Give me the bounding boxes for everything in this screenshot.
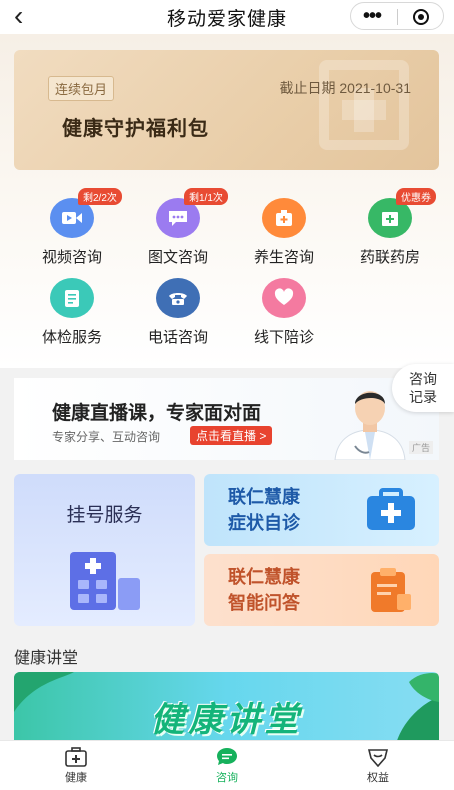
symptom-card-line2: 症状自诊 xyxy=(228,513,300,533)
service-label: 线下陪诊 xyxy=(253,329,314,346)
video-icon: 剩2/2次 xyxy=(50,188,122,238)
consult-records-line1: 咨询 xyxy=(409,371,437,387)
tab-consult[interactable]: 咨询 xyxy=(187,747,267,785)
qa-card-line2: 智能问答 xyxy=(228,593,300,613)
service-text-consult[interactable]: 剩1/1次 图文咨询 xyxy=(128,188,228,267)
coupon-badge: 优惠券 xyxy=(396,188,436,205)
checkup-icon xyxy=(50,278,94,318)
service-pharmacy[interactable]: 优惠券 药联药房 xyxy=(340,188,440,267)
more-dots-icon[interactable]: ••• xyxy=(363,6,382,26)
registration-title: 挂号服务 xyxy=(66,505,143,526)
live-class-ad-banner[interactable]: 健康直播课，专家面对面 专家分享、互动咨询 点击看直播 > 广告 xyxy=(14,378,439,460)
service-phone-consult[interactable]: 电话咨询 xyxy=(128,278,228,347)
service-label: 养生咨询 xyxy=(253,249,314,266)
tab-label: 咨询 xyxy=(216,772,238,784)
service-label: 体检服务 xyxy=(41,329,102,346)
welfare-package-card[interactable]: 连续包月 截止日期 2021-10-31 健康守护福利包 xyxy=(14,50,439,170)
smart-qa-card[interactable]: 联仁慧康 智能问答 xyxy=(204,554,439,626)
service-label: 药联药房 xyxy=(359,249,420,266)
service-checkup[interactable]: 体检服务 xyxy=(22,278,122,347)
medical-box-icon xyxy=(65,747,87,767)
clipboard-icon xyxy=(371,568,411,612)
ad-headline: 健康直播课，专家面对面 xyxy=(52,403,262,424)
pharmacy-icon: 优惠券 xyxy=(368,188,436,238)
remaining-badge: 剩2/2次 xyxy=(78,188,122,205)
section-title: 健康讲堂 xyxy=(14,650,79,667)
bottom-tab-bar: 健康 咨询 权益 xyxy=(0,740,454,790)
tab-benefits[interactable]: 权益 xyxy=(338,747,418,785)
cross-decoration-h xyxy=(342,100,386,120)
tab-label: 健康 xyxy=(65,772,87,784)
welfare-title: 健康守护福利包 xyxy=(62,118,209,140)
service-offline-escort[interactable]: 线下陪诊 xyxy=(234,278,334,347)
chat-icon: 剩1/1次 xyxy=(156,188,228,238)
service-label: 图文咨询 xyxy=(147,249,208,266)
medical-kit-icon xyxy=(262,198,306,238)
ad-subtitle: 专家分享、互动咨询 xyxy=(52,430,161,444)
consult-records-button[interactable]: 咨询 记录 xyxy=(392,364,454,412)
deadline-text: 截止日期 2021-10-31 xyxy=(279,80,411,96)
service-video-consult[interactable]: 剩2/2次 视频咨询 xyxy=(22,188,122,267)
qa-card-line1: 联仁慧康 xyxy=(228,567,300,587)
medical-case-icon xyxy=(367,488,415,530)
tab-label: 权益 xyxy=(367,772,389,784)
service-label: 电话咨询 xyxy=(147,329,208,346)
symptom-self-check-card[interactable]: 联仁慧康 症状自诊 xyxy=(204,474,439,546)
phone-icon xyxy=(156,278,200,318)
chat-bubble-icon xyxy=(217,748,237,765)
remaining-badge: 剩1/1次 xyxy=(184,188,228,205)
registration-card[interactable]: 挂号服务 xyxy=(14,474,195,626)
service-wellness-consult[interactable]: 养生咨询 xyxy=(234,198,334,267)
tab-health[interactable]: 健康 xyxy=(36,747,116,785)
symptom-card-line1: 联仁慧康 xyxy=(228,487,300,507)
ad-tag: 广告 xyxy=(408,441,433,454)
consult-records-line2: 记录 xyxy=(409,389,437,405)
record-circle-icon[interactable] xyxy=(413,9,429,25)
heart-badge-icon xyxy=(367,749,389,767)
lecture-banner-title: 健康讲堂 xyxy=(150,701,303,739)
miniapp-capsule: ••• xyxy=(350,2,444,30)
top-bar: ‹ 移动爱家健康 ••• xyxy=(0,0,454,34)
heart-hand-icon xyxy=(262,278,306,318)
monthly-tag: 连续包月 xyxy=(48,76,115,101)
top-section: 连续包月 截止日期 2021-10-31 健康守护福利包 剩2/2次 视频咨询 … xyxy=(0,34,454,368)
hospital-building-icon xyxy=(70,552,140,610)
watch-live-button[interactable]: 点击看直播 > xyxy=(190,426,273,445)
service-label: 视频咨询 xyxy=(41,249,102,266)
capsule-divider xyxy=(397,9,398,25)
